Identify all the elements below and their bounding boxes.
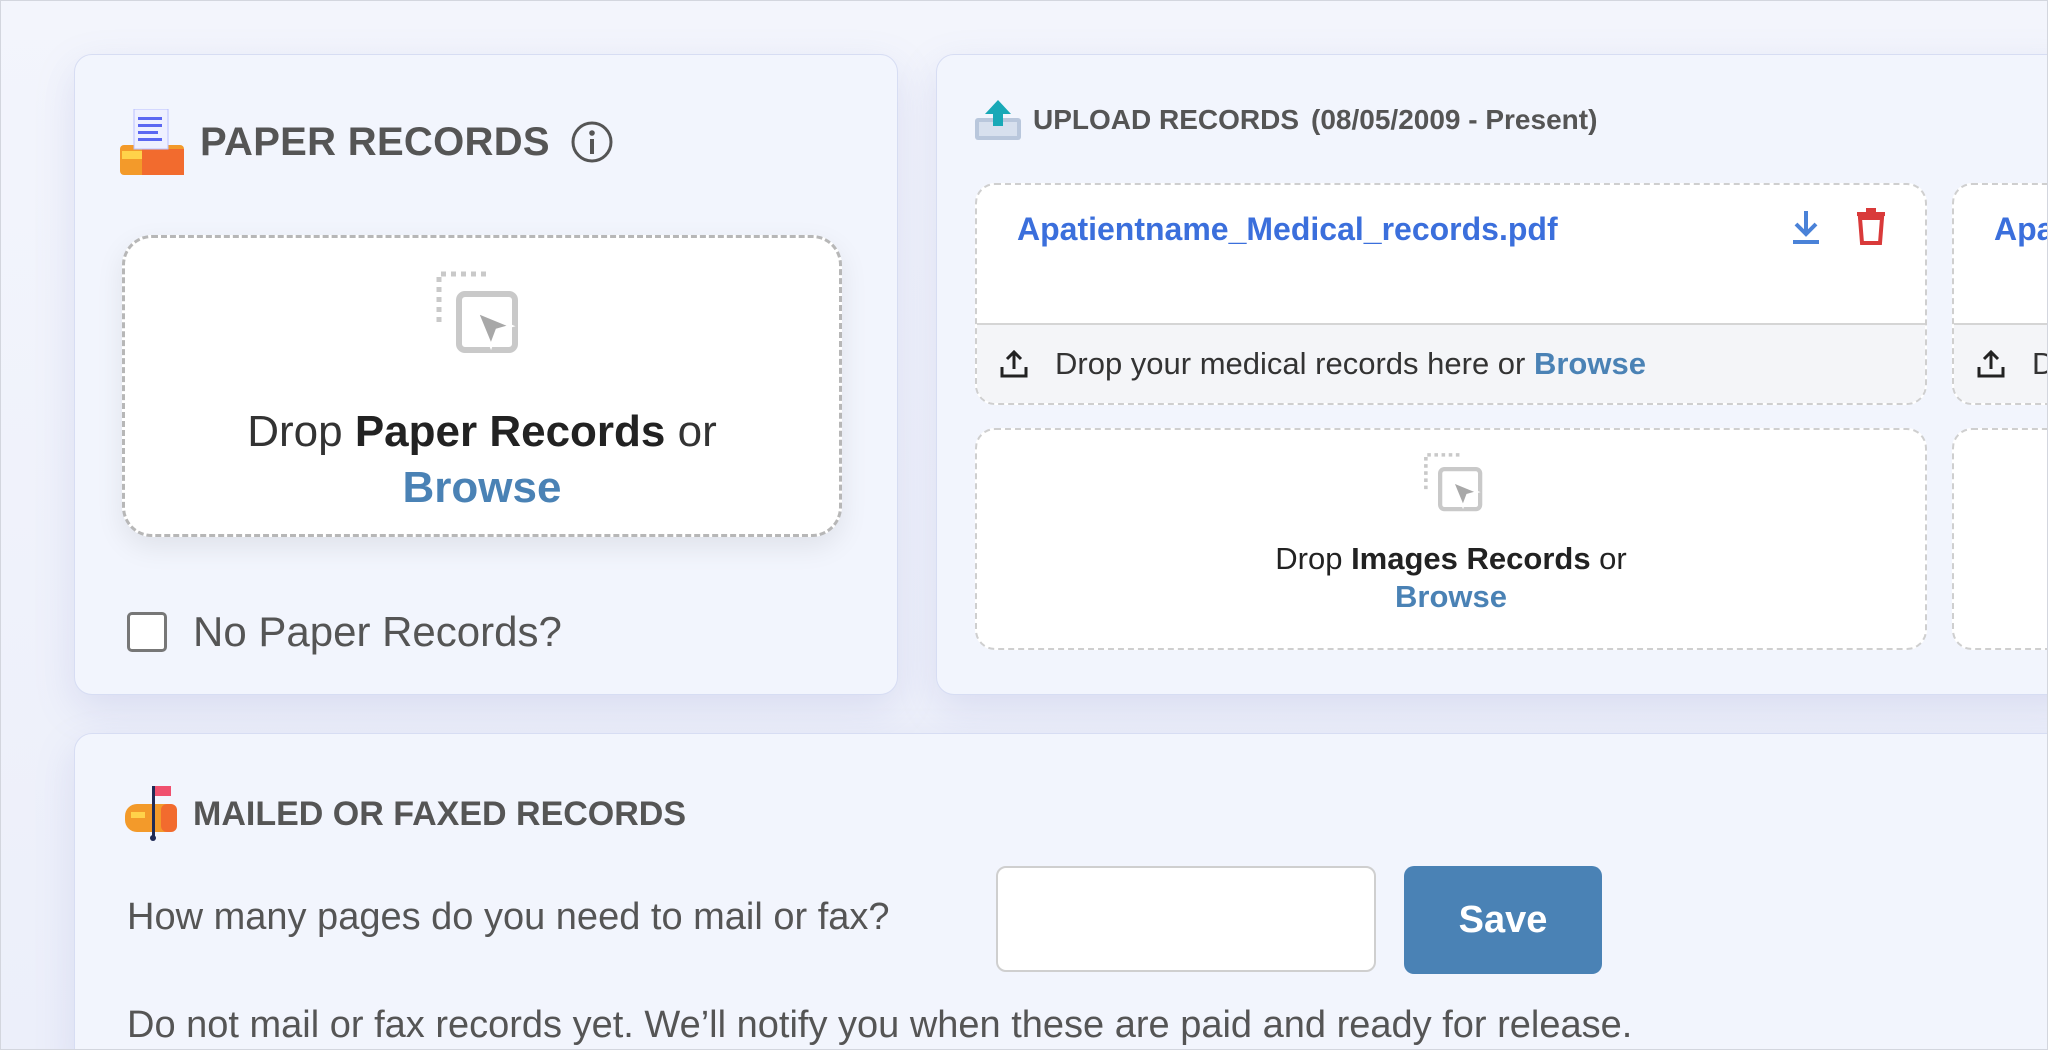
mailed-faxed-title: MAILED OR FAXED RECORDS [193, 794, 687, 833]
paper-records-dropzone[interactable]: Drop Paper Records or Browse [122, 235, 842, 537]
images-drop-suffix: or [1590, 541, 1627, 576]
paper-drop-bold: Paper Records [354, 407, 666, 456]
download-icon[interactable] [1789, 209, 1823, 247]
trash-icon[interactable] [1855, 207, 1887, 245]
images-drop-text: Drop Images Records or Browse [977, 540, 1925, 616]
paper-drop-text: Drop Paper Records or Browse [125, 404, 839, 516]
file-browse-link[interactable]: Browse [1534, 346, 1646, 381]
file-name-link[interactable]: Apatientname_Medical_records.pdf [1017, 211, 1558, 248]
no-paper-records-checkbox[interactable] [127, 612, 167, 652]
file-drop-footer[interactable]: Drop your medical records here or Browse [977, 323, 1925, 403]
file-drop-text: Drop your medical records here or Browse [1055, 346, 1646, 382]
upload-icon [1977, 349, 2005, 378]
paper-drop-suffix: or [665, 407, 717, 456]
mailed-faxed-header: MAILED OR FAXED RECORDS [125, 784, 686, 844]
images-records-dropzone[interactable]: Drop Images Records or Browse [975, 428, 1927, 650]
images-drop-bold: Images Records [1351, 541, 1591, 576]
paper-records-title: PAPER RECORDS [200, 119, 550, 164]
app-frame: PAPER RECORDS Drop Paper Records or Brow… [0, 0, 2048, 1050]
paper-browse-link[interactable]: Browse [403, 463, 562, 512]
file-drop-prompt: Drop your medical records here or [1055, 346, 1534, 381]
pages-question: How many pages do you need to mail or fa… [127, 896, 890, 938]
file-card[interactable]: Apatientname_Medical_records.pdf Drop yo… [975, 183, 1927, 405]
upload-records-panel: UPLOAD RECORDS (08/05/2009 - Present) Ap… [936, 54, 2047, 695]
images-browse-link[interactable]: Browse [1395, 579, 1507, 614]
paper-drop-prefix: Drop [247, 407, 355, 456]
upload-records-header: UPLOAD RECORDS (08/05/2009 - Present) [975, 95, 1597, 145]
no-paper-records-label[interactable]: No Paper Records? [193, 608, 562, 656]
images-drop-prefix: Drop [1275, 541, 1352, 576]
images-records-dropzone[interactable] [1952, 428, 2047, 650]
file-drop-text: D [2032, 346, 2047, 382]
file-drop-footer[interactable]: D [1954, 323, 2047, 403]
upload-records-icon [975, 100, 1021, 140]
save-button[interactable]: Save [1404, 866, 1602, 974]
drop-cursor-icon [1424, 453, 1483, 512]
upload-date-range: (08/05/2009 - Present) [1311, 104, 1598, 135]
upload-icon [1000, 349, 1028, 378]
mailed-faxed-panel: MAILED OR FAXED RECORDS How many pages d… [74, 733, 2047, 1049]
upload-records-title: UPLOAD RECORDS [1033, 104, 1300, 135]
drop-cursor-icon [436, 271, 518, 353]
paper-records-icon [120, 109, 184, 175]
info-icon[interactable] [570, 120, 614, 164]
paper-records-header: PAPER RECORDS [120, 107, 614, 177]
file-name-link[interactable]: Apa [1994, 211, 2047, 248]
mail-note: Do not mail or fax records yet. We’ll no… [127, 1004, 1633, 1046]
mailbox-icon [125, 786, 177, 841]
paper-records-panel: PAPER RECORDS Drop Paper Records or Brow… [74, 54, 898, 695]
no-paper-records-row[interactable]: No Paper Records? [127, 608, 562, 656]
pages-count-input[interactable] [996, 866, 1376, 972]
file-card[interactable]: Apa D [1952, 183, 2047, 405]
